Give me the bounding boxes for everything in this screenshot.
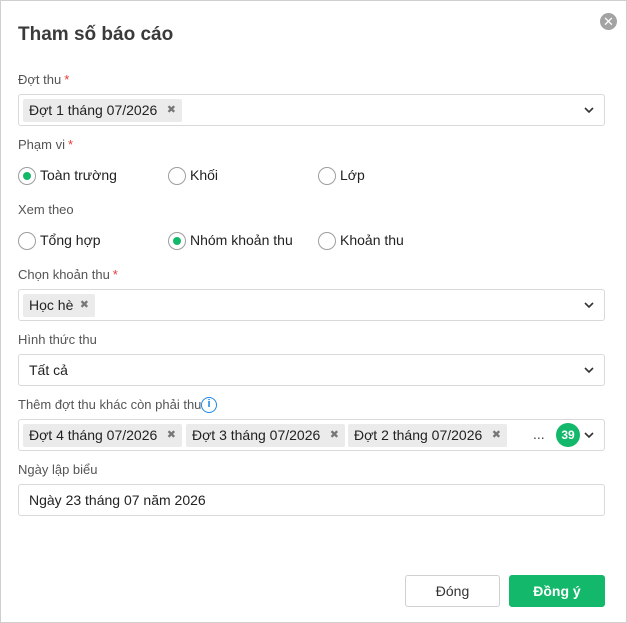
hinh-thuc-thu-select[interactable]: Tất cả [18,354,605,386]
required-mark: * [64,72,70,87]
pham-vi-radio-group: Toàn trường Khối Lớp [18,166,418,186]
ngay-lap-bieu-value: Ngày 23 tháng 07 năm 2026 [29,492,206,508]
hinh-thuc-thu-label: Hình thức thu [18,332,97,347]
x-icon[interactable]: ✖ [167,424,176,447]
radio-circle [168,232,186,250]
tag-dot-thu-4: Đợt 4 tháng 07/2026 ✖ [23,424,182,447]
radio-circle [18,167,36,185]
x-icon[interactable]: ✖ [167,99,176,122]
radio-circle [18,232,36,250]
radio-circle [318,167,336,185]
them-dot-thu-select[interactable]: Đợt 4 tháng 07/2026 ✖ Đợt 3 tháng 07/2026… [18,419,605,451]
chon-khoan-thu-label: Chọn khoản thu * [18,267,118,282]
count-badge: 39 [556,423,580,447]
info-icon[interactable]: i [201,397,217,413]
xem-theo-label: Xem theo [18,202,74,217]
tag-dot-thu-2: Đợt 2 tháng 07/2026 ✖ [348,424,507,447]
x-icon[interactable]: ✖ [330,424,339,447]
pham-vi-label: Phạm vi * [18,137,74,152]
close-icon[interactable]: ✕ [600,13,617,30]
chevron-down-icon[interactable] [583,104,595,116]
dot-thu-select[interactable]: Đợt 1 tháng 07/2026 ✖ [18,94,605,126]
xem-theo-radio-group: Tổng hợp Nhóm khoản thu Khoản thu [18,231,418,251]
dialog-title: Tham số báo cáo [18,24,174,45]
tag-dot-thu: Đợt 1 tháng 07/2026 ✖ [23,99,182,122]
x-icon[interactable]: ✖ [492,424,501,447]
radio-circle [318,232,336,250]
chon-khoan-thu-select[interactable]: Học hè ✖ [18,289,605,321]
chevron-down-icon[interactable] [583,364,595,376]
them-dot-thu-label: Thêm đợt thu khác còn phải thu i [18,397,258,415]
more-indicator: ... [533,426,545,442]
report-parameters-dialog: Tham số báo cáo ✕ Đợt thu * Đợt 1 tháng 0… [0,0,627,623]
ngay-lap-bieu-label: Ngày lập biểu [18,462,98,477]
ok-button[interactable]: Đồng ý [509,575,605,607]
hinh-thuc-thu-value: Tất cả [29,362,68,378]
tag-khoan-thu: Học hè ✖ [23,294,95,317]
tag-dot-thu-3: Đợt 3 tháng 07/2026 ✖ [186,424,345,447]
radio-circle [168,167,186,185]
chevron-down-icon[interactable] [583,299,595,311]
dot-thu-label: Đợt thu * [18,72,70,87]
required-mark: * [67,137,74,152]
ngay-lap-bieu-input[interactable]: Ngày 23 tháng 07 năm 2026 [18,484,605,516]
close-button[interactable]: Đóng [405,575,500,607]
chevron-down-icon[interactable] [583,429,595,441]
x-icon[interactable]: ✖ [80,294,89,317]
required-mark: * [112,267,118,282]
